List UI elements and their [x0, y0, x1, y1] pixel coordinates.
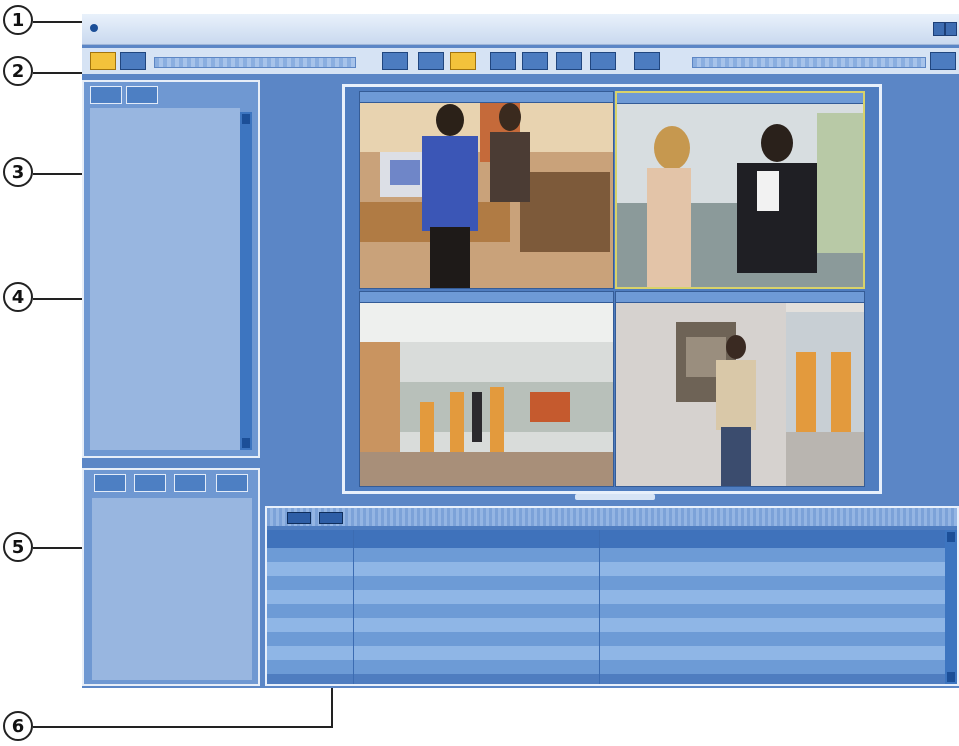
grid25-icon[interactable] [556, 52, 582, 70]
export-icon[interactable] [634, 52, 660, 70]
camera-view-3[interactable] [359, 291, 614, 487]
camera-view-4[interactable] [615, 291, 865, 487]
play-icon[interactable] [287, 512, 311, 524]
list-item[interactable] [267, 576, 945, 590]
users-tab-icon[interactable] [94, 474, 126, 492]
event-list-header [267, 530, 945, 548]
camera-list-panel [82, 80, 260, 458]
control-panel [82, 468, 260, 686]
callout-3-leader [33, 173, 82, 175]
callout-5-leader [33, 547, 82, 549]
callout-3: 3 [3, 157, 33, 187]
camera-view-4-image [616, 292, 864, 486]
timeline-strip[interactable] [267, 508, 957, 526]
callout-6-leader-vertical [331, 684, 333, 728]
minimize-button[interactable] [933, 22, 945, 36]
list-item[interactable] [267, 562, 945, 576]
toolbar [82, 48, 959, 74]
app-icon [90, 24, 98, 32]
video-viewer[interactable] [342, 84, 882, 494]
alarms-tab-icon[interactable] [174, 474, 206, 492]
single-view-icon[interactable] [418, 52, 444, 70]
title-bar [82, 14, 959, 45]
callout-1-leader [33, 21, 82, 23]
camera-list-scrollbar[interactable] [240, 112, 252, 450]
callout-5: 5 [3, 532, 33, 562]
cameras-tab-icon[interactable] [90, 86, 122, 104]
sequence-icon[interactable] [590, 52, 616, 70]
camera-view-3-image [360, 292, 613, 486]
camera-list[interactable] [90, 108, 240, 450]
scroll-down-icon[interactable] [947, 672, 955, 682]
groups-tab-icon[interactable] [126, 86, 158, 104]
edit-tab-icon[interactable] [134, 474, 166, 492]
camera-view-2[interactable] [615, 91, 865, 289]
toolbar-slider-left[interactable] [154, 57, 356, 68]
toolbar-slider-right[interactable] [692, 57, 926, 68]
list-item[interactable] [267, 590, 945, 604]
list-item[interactable] [267, 660, 945, 674]
record-icon[interactable] [120, 52, 146, 70]
close-window-button[interactable] [945, 22, 957, 36]
scroll-up-icon[interactable] [242, 114, 250, 124]
column-separator[interactable] [353, 530, 354, 684]
camera-view-4-bar [616, 292, 864, 303]
camera-view-2-image [617, 93, 863, 287]
quad-view-icon[interactable] [450, 52, 476, 70]
list-item[interactable] [267, 604, 945, 618]
callout-6-leader [33, 726, 333, 728]
list-item[interactable] [267, 618, 945, 632]
callout-1: 1 [3, 5, 33, 35]
event-list-panel [265, 506, 959, 686]
stop-icon[interactable] [319, 512, 343, 524]
settings-tab-icon[interactable] [216, 474, 248, 492]
column-separator[interactable] [599, 530, 600, 684]
grid9-icon[interactable] [490, 52, 516, 70]
snapshot-icon[interactable] [382, 52, 408, 70]
event-list-scrollbar[interactable] [945, 530, 957, 684]
splitter-grip[interactable] [575, 494, 655, 500]
callout-4: 4 [3, 282, 33, 312]
close-icon[interactable] [930, 52, 956, 70]
camera-view-1-bar [360, 92, 613, 103]
scroll-down-icon[interactable] [242, 438, 250, 448]
camera-view-2-bar [617, 93, 863, 104]
application-window [82, 14, 959, 688]
list-item[interactable] [267, 646, 945, 660]
grid16-icon[interactable] [522, 52, 548, 70]
callout-2-leader [33, 72, 82, 74]
camera-view-1[interactable] [359, 91, 614, 289]
callout-6: 6 [3, 711, 33, 741]
control-panel-body[interactable] [92, 498, 252, 680]
camera-view-1-image [360, 92, 613, 288]
camera-view-3-bar [360, 292, 613, 303]
list-item[interactable] [267, 632, 945, 646]
list-item[interactable] [267, 548, 945, 562]
callout-2: 2 [3, 56, 33, 86]
scroll-up-icon[interactable] [947, 532, 955, 542]
camera-icon[interactable] [90, 52, 116, 70]
